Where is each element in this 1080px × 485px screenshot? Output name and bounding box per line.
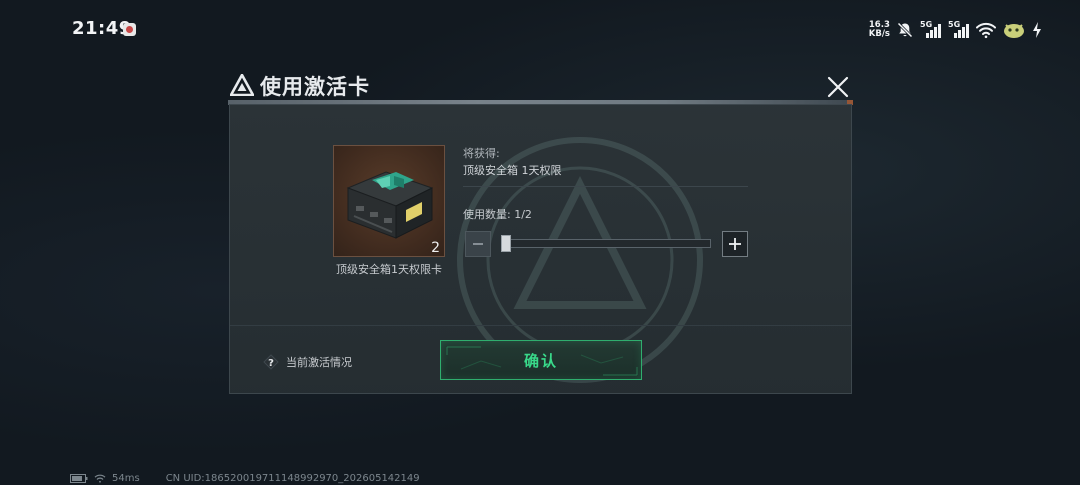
signal-strength-icon-1: 5G [920, 20, 942, 39]
ping-value: 54ms [112, 473, 140, 484]
confirm-button[interactable]: 确认 [440, 340, 642, 380]
app-notification-icon [123, 23, 136, 36]
signal-2-label: 5G [948, 20, 961, 29]
item-thumbnail[interactable]: 2 [333, 145, 445, 257]
slider-handle[interactable] [501, 235, 511, 252]
signal-strength-icon-2: 5G [948, 20, 970, 39]
activation-status-text: 当前激活情况 [286, 356, 352, 369]
signal-1-label: 5G [920, 20, 933, 29]
footer-info: 54ms CN UID:18652001971114899​2970_20260… [70, 472, 420, 485]
footer-divider [230, 325, 851, 326]
muted-bell-icon [897, 22, 913, 38]
info-divider [463, 186, 748, 187]
close-button[interactable] [822, 72, 854, 102]
help-icon-glyph: ? [268, 358, 274, 369]
dialog-header: 使用激活卡 [228, 70, 853, 105]
decrease-button[interactable] [465, 231, 491, 257]
obtain-label: 将获得: [463, 147, 500, 160]
activation-card-dialog: 2 顶级安全箱1天权限卡 将获得: 顶级安全箱 1天权限 使用数量: 1/2 ?… [229, 104, 852, 394]
close-icon [827, 76, 849, 98]
dialog-title: 使用激活卡 [260, 75, 370, 99]
confirm-label: 确认 [523, 351, 558, 370]
use-quantity: 使用数量: 1/2 [463, 206, 532, 222]
network-speed-unit: KB/s [868, 29, 890, 39]
status-bar: 21:49 16.3 KB/s 5G 5G [0, 0, 1080, 58]
charging-bolt-icon [1033, 22, 1041, 38]
obtain-value: 顶级安全箱 1天权限 [463, 164, 562, 177]
use-quantity-label: 使用数量: [463, 208, 511, 221]
quantity-slider[interactable] [501, 235, 711, 252]
minus-icon [473, 243, 483, 245]
wifi-icon [976, 22, 996, 39]
use-quantity-value: 1/2 [514, 208, 532, 221]
increase-button[interactable] [722, 231, 748, 257]
question-diamond-icon: ? [263, 354, 279, 370]
safe-box-icon [346, 171, 434, 239]
wifi-small-icon [94, 474, 106, 483]
battery-icon [1004, 24, 1024, 38]
activation-status-link[interactable]: ? 当前激活情况 [263, 354, 352, 370]
device-battery-icon [70, 474, 88, 483]
triangle-logo-icon [230, 74, 254, 96]
item-name: 顶级安全箱1天权限卡 [336, 263, 442, 276]
plus-icon [729, 238, 741, 250]
item-quantity: 2 [431, 240, 440, 256]
user-uid: CN UID:18652001971114899​2970_2026051421… [165, 473, 420, 484]
system-icons: 16.3 KB/s 5G 5G [869, 18, 1042, 42]
network-speed: 16.3 KB/s [869, 21, 890, 39]
